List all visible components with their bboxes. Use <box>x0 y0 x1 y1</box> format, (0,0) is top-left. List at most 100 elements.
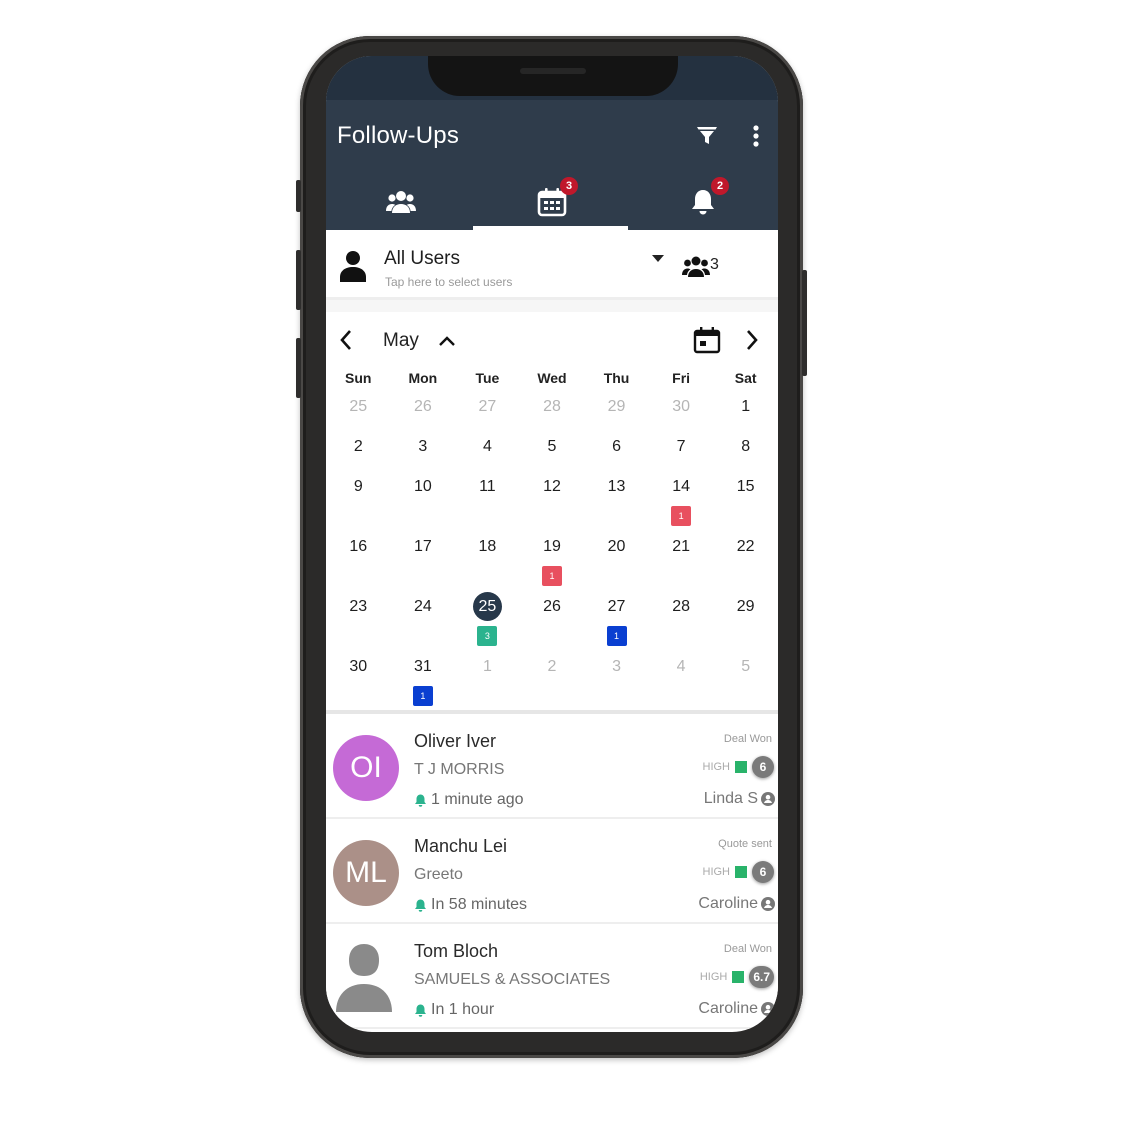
reminder-time: In 1 hour <box>414 1001 494 1019</box>
day-number-text: 5 <box>547 438 557 455</box>
day-number: 7 <box>649 434 714 460</box>
calendar-day[interactable]: 1 <box>455 654 520 714</box>
followup-list: OI Oliver Iver T J MORRIS 1 minute ago D… <box>326 714 778 1029</box>
calendar-day[interactable]: 18 <box>455 534 520 594</box>
event-count-badge: 1 <box>541 566 562 586</box>
day-number-text: 1 <box>741 398 751 415</box>
followup-item[interactable]: OI Oliver Iver T J MORRIS 1 minute ago D… <box>326 714 778 819</box>
calendar-day[interactable]: 30 <box>326 654 391 714</box>
weekday-label: Thu <box>603 370 630 386</box>
today-button[interactable] <box>693 326 721 359</box>
day-number: 16 <box>326 534 391 560</box>
calendar-day[interactable]: 12 <box>520 474 585 534</box>
calendar-day[interactable]: 10 <box>391 474 456 534</box>
more-options-button[interactable] <box>750 124 762 153</box>
avatar: ML <box>333 840 399 906</box>
reminder-time: In 58 minutes <box>414 896 527 914</box>
day-number-text: 26 <box>543 598 561 615</box>
day-number: 3 <box>584 654 649 680</box>
weekday-label: Sun <box>345 370 372 386</box>
calendar-day[interactable]: 17 <box>391 534 456 594</box>
day-number: 1 <box>713 394 778 420</box>
calendar-day[interactable]: 4 <box>649 654 714 714</box>
company-name: SAMUELS & ASSOCIATES <box>414 971 611 988</box>
day-number-text: 5 <box>741 658 751 675</box>
calendar-day[interactable]: 21 <box>649 534 714 594</box>
user-selector-title: All Users <box>384 248 461 269</box>
tab-contacts[interactable] <box>326 174 476 230</box>
event-count-badge: 1 <box>412 686 433 706</box>
followup-item[interactable]: Tom Bloch SAMUELS & ASSOCIATES In 1 hour… <box>326 924 778 1029</box>
calendar-day[interactable]: 29 <box>713 594 778 654</box>
filter-button[interactable] <box>695 124 719 153</box>
previous-month-button[interactable] <box>338 328 354 357</box>
avatar: OI <box>333 735 399 801</box>
calendar-header: May <box>326 312 778 364</box>
calendar-day[interactable]: 11 <box>455 474 520 534</box>
followup-item[interactable]: ML Manchu Lei Greeto In 58 minutes Quote… <box>326 819 778 924</box>
contact-name: Manchu Lei <box>414 836 508 856</box>
more-vertical-icon <box>753 125 759 147</box>
calendar-day[interactable]: 16 <box>326 534 391 594</box>
collapse-calendar-button[interactable] <box>438 334 456 352</box>
chevron-up-icon <box>439 336 455 346</box>
speaker-grille <box>520 68 586 74</box>
day-number-text: 2 <box>353 438 363 455</box>
calendar-day[interactable]: 19 1 <box>520 534 585 594</box>
calendar-week-row: 9 10 11 12 13 14 1 15 <box>326 474 778 534</box>
calendar-day[interactable]: 14 1 <box>649 474 714 534</box>
chevron-right-icon <box>747 330 758 350</box>
calendar-day[interactable]: 24 <box>391 594 456 654</box>
day-number: 12 <box>520 474 585 500</box>
calendar-day[interactable]: 27 1 <box>584 594 649 654</box>
calendar-day[interactable]: 22 <box>713 534 778 594</box>
day-number: 25 <box>455 592 520 621</box>
priority-indicator <box>732 971 745 983</box>
calendar-day[interactable]: 26 <box>520 594 585 654</box>
user-selector[interactable]: All Users Tap here to select users 3 <box>326 230 778 300</box>
calendar-today-icon <box>693 327 721 354</box>
calendar-day-selected[interactable]: 25 3 <box>455 592 520 654</box>
day-number-text: 10 <box>413 478 432 495</box>
day-number: 1 <box>455 654 520 680</box>
day-number-text: 27 <box>478 398 497 415</box>
calendar-day[interactable]: 31 1 <box>391 654 456 714</box>
score-badge: 6 <box>752 756 774 778</box>
day-number-text: 6 <box>612 438 621 455</box>
notifications-badge: 2 <box>711 177 729 195</box>
calendar-day[interactable]: 5 <box>713 654 778 714</box>
day-number: 25 <box>326 394 391 420</box>
day-number-text: 29 <box>607 398 626 415</box>
calendar-day[interactable]: 23 <box>326 594 391 654</box>
day-number: 28 <box>520 394 585 420</box>
day-number: 8 <box>713 434 778 460</box>
tab-calendar[interactable]: 3 <box>477 174 627 230</box>
day-number: 11 <box>455 474 520 500</box>
calendar-day[interactable]: 3 <box>584 654 649 714</box>
phone-screen: Follow-Ups 3 2 All Users Tap here to sel… <box>326 56 778 1032</box>
day-number: 24 <box>391 594 456 620</box>
calendar-day[interactable]: 28 <box>649 594 714 654</box>
calendar-day[interactable]: 9 <box>326 474 391 534</box>
day-number: 4 <box>649 654 714 680</box>
tab-notifications[interactable]: 2 <box>628 174 778 230</box>
day-number: 29 <box>584 394 649 420</box>
reminder-bell-icon <box>415 1004 426 1017</box>
weekday-header-row: Sun Mon Tue Wed Thu Fri Sat <box>326 370 778 390</box>
day-number: 18 <box>455 534 520 560</box>
score-badge: 6 <box>752 861 774 883</box>
priority-label: HIGH <box>699 971 728 983</box>
month-label[interactable]: May <box>383 330 419 352</box>
calendar-day[interactable]: 20 <box>584 534 649 594</box>
day-number: 23 <box>326 594 391 620</box>
weekday-label: Mon <box>408 370 438 386</box>
person-icon <box>340 251 366 282</box>
calendar-day[interactable]: 15 <box>713 474 778 534</box>
selected-user-count: 3 <box>710 256 719 273</box>
phone-volume-up-button <box>296 250 301 310</box>
calendar-day[interactable]: 2 <box>520 654 585 714</box>
day-number-text: 26 <box>413 398 432 415</box>
calendar-badge: 3 <box>560 177 578 195</box>
calendar-day[interactable]: 13 <box>584 474 649 534</box>
next-month-button[interactable] <box>744 328 760 357</box>
